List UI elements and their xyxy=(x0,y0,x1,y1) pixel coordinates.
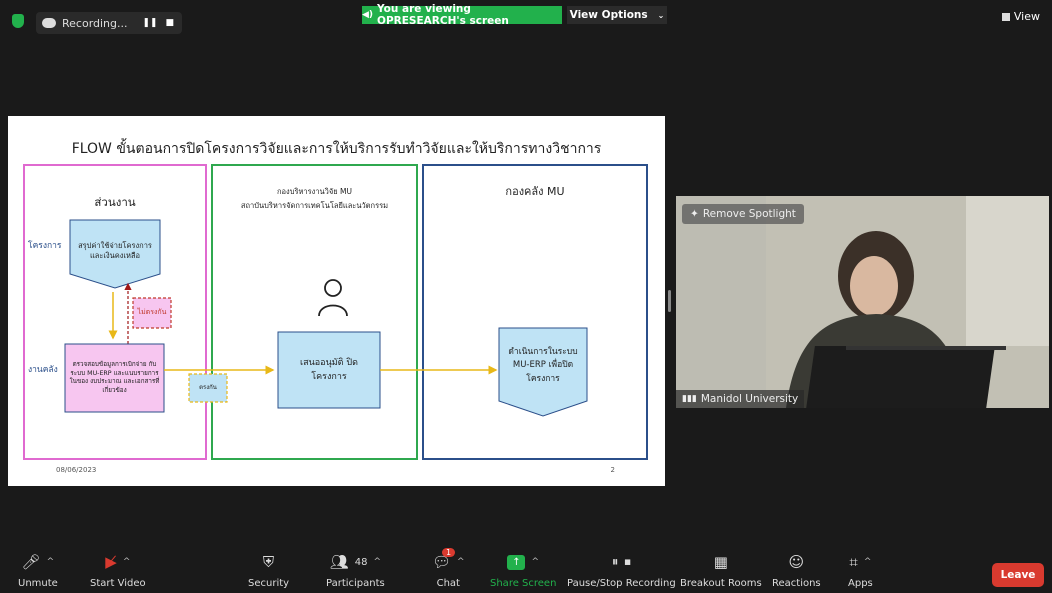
not-matched-box: ไม่ตรงกัน xyxy=(137,308,167,317)
participants-icon: 👥︎ xyxy=(329,553,349,571)
recording-label: Recording... xyxy=(62,16,128,30)
panel-resize-handle[interactable] xyxy=(668,290,671,312)
breakout-grid-icon: ▦ xyxy=(713,553,728,571)
unmute-button[interactable]: 🎤︎ ^ Unmute xyxy=(18,550,58,589)
video-off-icon: ▶̸ xyxy=(105,553,117,571)
participant-video[interactable]: ✦ Remove Spotlight ▮▮▮ Manidol Universit… xyxy=(676,196,1049,408)
stop-recording-icon[interactable]: ■ xyxy=(165,18,174,28)
share-screen-button[interactable]: ↑ ^ Share Screen xyxy=(490,550,556,589)
view-options-button[interactable]: View Options ⌄ xyxy=(567,6,667,24)
participants-label: Participants xyxy=(326,578,385,589)
pause-recording-icon[interactable]: ❚❚ xyxy=(142,18,157,28)
start-video-label: Start Video xyxy=(90,578,146,589)
pause-stop-label: Pause/Stop Recording xyxy=(567,578,676,589)
chat-button[interactable]: 💬︎ 1 ^ Chat xyxy=(432,548,465,589)
remove-spotlight-button[interactable]: ✦ Remove Spotlight xyxy=(682,204,804,224)
share-screen-icon: ↑ xyxy=(507,554,526,570)
user-icon xyxy=(324,279,342,297)
chat-caret[interactable]: ^ xyxy=(457,557,465,567)
apps-button[interactable]: ⌗ ^ Apps xyxy=(848,550,873,589)
summary-box: สรุปค่าใช้จ่ายโครงการ และเงินคงเหลือ xyxy=(78,240,152,260)
breakout-label: Breakout Rooms xyxy=(680,578,762,589)
apps-label: Apps xyxy=(848,578,873,589)
apps-caret[interactable]: ^ xyxy=(864,557,872,567)
slide-page-number: 2 xyxy=(610,466,615,474)
participant-name-tag: ▮▮▮ Manidol University xyxy=(676,390,805,408)
signal-icon: ▮▮▮ xyxy=(682,394,697,404)
pause-stop-recording-button[interactable]: ⏸︎ ⏹︎ Pause/Stop Recording xyxy=(567,550,676,590)
matched-box: ตรงกัน xyxy=(199,383,217,391)
erp-close-box: ดำเนินการในระบบ MU-ERP เพื่อปิดโครงการ xyxy=(508,346,578,384)
shared-slide: FLOW ขั้นตอนการปิดโครงการวิจัยและการให้บ… xyxy=(8,116,665,486)
unmute-caret[interactable]: ^ xyxy=(47,557,55,567)
chat-icon: 💬︎ 1 xyxy=(432,548,456,571)
pause-icon: ⏸︎ xyxy=(611,554,619,570)
shield-icon[interactable] xyxy=(12,14,24,28)
leave-button[interactable]: Leave xyxy=(992,563,1044,587)
chat-badge: 1 xyxy=(442,548,456,557)
view-label: View xyxy=(1013,10,1040,23)
meeting-toolbar: 🎤︎ ^ Unmute ▶̸ ^ Start Video ⛨ Security 👥︎… xyxy=(0,548,1052,593)
stop-icon: ⏹︎ xyxy=(624,554,631,570)
share-screen-label: Share Screen xyxy=(490,578,557,589)
participants-button[interactable]: 👥︎ 48 ^ Participants xyxy=(326,550,385,589)
chat-label: Chat xyxy=(436,578,460,589)
remove-spotlight-label: Remove Spotlight xyxy=(702,208,796,220)
screen-share-banner: ◀) You are viewing OPRESEARCH's screen xyxy=(362,3,562,27)
chevron-down-icon: ⌄ xyxy=(657,10,665,20)
start-video-button[interactable]: ▶̸ ^ Start Video xyxy=(90,550,146,589)
reactions-smiley-icon: ☺ xyxy=(788,553,805,571)
security-button[interactable]: ⛨ Security xyxy=(248,550,289,589)
security-shield-icon: ⛨ xyxy=(262,553,275,571)
participant-video-frame xyxy=(676,196,1049,408)
security-label: Security xyxy=(248,578,290,589)
mic-muted-icon: 🎤︎ xyxy=(21,553,41,571)
reactions-button[interactable]: ☺ Reactions xyxy=(772,550,821,589)
recording-indicator: Recording... ❚❚ ■ xyxy=(36,12,182,34)
participants-caret[interactable]: ^ xyxy=(373,557,381,567)
viewing-text: You are viewing OPRESEARCH's screen xyxy=(377,3,509,27)
participant-count: 48 xyxy=(354,556,368,568)
approve-close-box: เสนออนุมัติ ปิดโครงการ xyxy=(300,357,358,382)
slide-date: 08/06/2023 xyxy=(56,466,97,474)
breakout-rooms-button[interactable]: ▦ Breakout Rooms xyxy=(680,550,762,589)
reactions-label: Reactions xyxy=(772,578,821,589)
apps-icon: ⌗ xyxy=(849,553,858,571)
speaker-icon: ◀) xyxy=(362,10,374,20)
view-layout-icon xyxy=(1001,12,1010,21)
flow-connectors xyxy=(64,219,588,417)
check-erp-box: ตรวจสอบข้อมูลการเบิกจ่าย กับระบบ MU-ERP … xyxy=(69,361,160,394)
share-caret[interactable]: ^ xyxy=(531,557,539,567)
participant-name: Manidol University xyxy=(700,393,799,405)
view-options-label: View Options xyxy=(569,9,648,21)
unmute-label: Unmute xyxy=(18,578,58,589)
cloud-record-icon xyxy=(42,18,56,28)
video-caret[interactable]: ^ xyxy=(123,557,131,567)
pin-icon: ✦ xyxy=(690,208,699,220)
view-button[interactable]: View xyxy=(1001,10,1040,23)
